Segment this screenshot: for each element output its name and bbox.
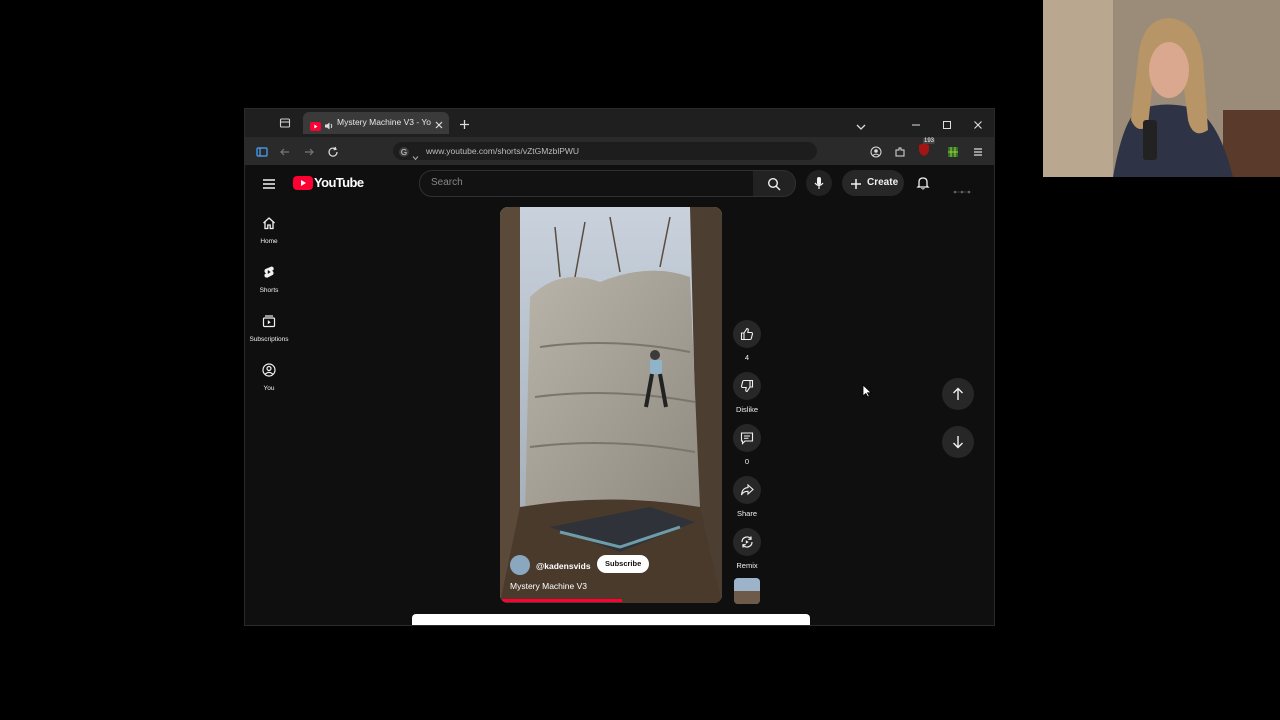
shorts-icon bbox=[264, 266, 274, 278]
thumbs-down-icon bbox=[740, 379, 754, 393]
sidebar-item-shorts[interactable]: Shorts bbox=[245, 265, 293, 294]
like-button[interactable] bbox=[733, 320, 761, 348]
remix-icon bbox=[741, 536, 753, 548]
browser-toolbar: G www.youtube.com/shorts/vZtGMzblPWU 193 bbox=[245, 137, 994, 165]
youtube-logo-icon bbox=[293, 176, 313, 190]
like-count: 4 bbox=[744, 353, 750, 362]
next-short-button[interactable] bbox=[942, 426, 974, 458]
previous-short-button[interactable] bbox=[942, 378, 974, 410]
svg-text:G: G bbox=[401, 148, 407, 157]
subscriptions-icon bbox=[262, 315, 276, 328]
url-text: www.youtube.com/shorts/vZtGMzblPWU bbox=[426, 146, 580, 156]
short-video-player[interactable]: @kadensvids Subscribe Mystery Machine V3 bbox=[500, 207, 722, 603]
profile-icon[interactable] bbox=[870, 145, 882, 163]
webcam-overlay bbox=[1043, 0, 1280, 177]
speaker-icon[interactable] bbox=[324, 118, 334, 136]
create-label: Create bbox=[867, 177, 899, 188]
sidebar-item-you[interactable]: You bbox=[245, 363, 293, 392]
google-icon[interactable]: G bbox=[398, 145, 410, 163]
subscribe-button[interactable]: Subscribe bbox=[597, 555, 650, 573]
search-input[interactable]: Search bbox=[419, 170, 755, 197]
youtube-favicon-icon bbox=[310, 118, 321, 136]
forward-icon[interactable] bbox=[303, 145, 315, 163]
remix-action[interactable]: Remix bbox=[733, 528, 761, 570]
comment-count: 0 bbox=[744, 457, 750, 466]
address-bar[interactable]: G www.youtube.com/shorts/vZtGMzblPWU bbox=[393, 142, 817, 163]
reload-icon[interactable] bbox=[327, 145, 339, 163]
channel-avatar[interactable] bbox=[510, 555, 530, 575]
back-icon[interactable] bbox=[279, 145, 291, 163]
grid-extension-icon[interactable] bbox=[947, 145, 959, 163]
dislike-action[interactable]: Dislike bbox=[733, 372, 761, 414]
sidebar-item-label: Subscriptions bbox=[249, 336, 289, 343]
notifications-bell-icon[interactable] bbox=[916, 176, 930, 195]
site-info-chevron-icon[interactable] bbox=[412, 148, 419, 166]
ublock-extension-icon[interactable] bbox=[917, 141, 931, 162]
extension-badge: 193 bbox=[923, 138, 936, 144]
comments-action[interactable]: 0 bbox=[733, 424, 761, 466]
tab-actions-icon[interactable] bbox=[279, 117, 291, 132]
browser-menu-icon[interactable] bbox=[972, 145, 984, 163]
search-placeholder: Search bbox=[431, 177, 463, 188]
tab-search-chevron-icon[interactable] bbox=[856, 118, 866, 136]
youtube-logo-text: YouTube bbox=[314, 175, 364, 190]
share-action[interactable]: Share bbox=[733, 476, 761, 518]
youtube-logo[interactable]: YouTube bbox=[293, 175, 364, 190]
short-title: Mystery Machine V3 bbox=[510, 581, 587, 591]
yt-menu-icon[interactable] bbox=[262, 177, 276, 195]
search-button[interactable] bbox=[753, 170, 796, 197]
sidebar-item-home[interactable]: Home bbox=[245, 216, 293, 245]
comments-button[interactable] bbox=[733, 424, 761, 452]
window-close-icon[interactable] bbox=[973, 117, 983, 135]
dislike-button[interactable] bbox=[733, 372, 761, 400]
mouse-cursor-icon bbox=[862, 384, 872, 403]
comment-icon bbox=[740, 432, 754, 445]
create-button[interactable]: Create bbox=[842, 170, 904, 196]
search-icon bbox=[767, 177, 781, 196]
arrow-down-icon bbox=[953, 436, 963, 449]
home-icon bbox=[263, 217, 275, 230]
channel-name[interactable]: @kadensvids bbox=[536, 561, 591, 571]
like-action[interactable]: 4 bbox=[733, 320, 761, 362]
sidebar-item-subscriptions[interactable]: Subscriptions bbox=[245, 314, 293, 343]
tab-active[interactable]: Mystery Machine V3 - YouT bbox=[303, 112, 449, 134]
share-icon bbox=[740, 483, 754, 496]
minimize-icon[interactable] bbox=[911, 117, 921, 135]
account-avatar-loading-icon[interactable] bbox=[953, 181, 971, 199]
maximize-icon[interactable] bbox=[942, 117, 952, 135]
sidebar-item-label: You bbox=[263, 385, 275, 392]
bottom-panel bbox=[412, 614, 810, 625]
tab-close-icon[interactable] bbox=[434, 117, 444, 135]
extensions-icon[interactable] bbox=[894, 145, 906, 163]
thumbs-up-icon bbox=[740, 327, 754, 341]
voice-search-button[interactable] bbox=[806, 170, 832, 196]
remix-label: Remix bbox=[736, 561, 758, 570]
sidebar-item-label: Shorts bbox=[259, 287, 279, 294]
dislike-label: Dislike bbox=[735, 405, 759, 414]
video-frame bbox=[500, 207, 722, 603]
remix-button[interactable] bbox=[733, 528, 761, 556]
tab-bar: Mystery Machine V3 - YouT bbox=[245, 109, 994, 137]
sidebar-item-label: Home bbox=[260, 238, 278, 245]
share-button[interactable] bbox=[733, 476, 761, 504]
tab-title: Mystery Machine V3 - YouT bbox=[337, 117, 431, 127]
browser-window: Mystery Machine V3 - YouT G www.youtube.… bbox=[244, 108, 995, 626]
sidebar-toggle-icon[interactable] bbox=[256, 145, 268, 163]
sound-thumbnail[interactable] bbox=[734, 578, 760, 604]
share-label: Share bbox=[736, 509, 757, 518]
plus-icon bbox=[850, 177, 862, 195]
new-tab-icon[interactable] bbox=[459, 117, 470, 135]
microphone-icon bbox=[814, 176, 824, 195]
arrow-up-icon bbox=[953, 387, 963, 400]
you-icon bbox=[262, 363, 276, 377]
